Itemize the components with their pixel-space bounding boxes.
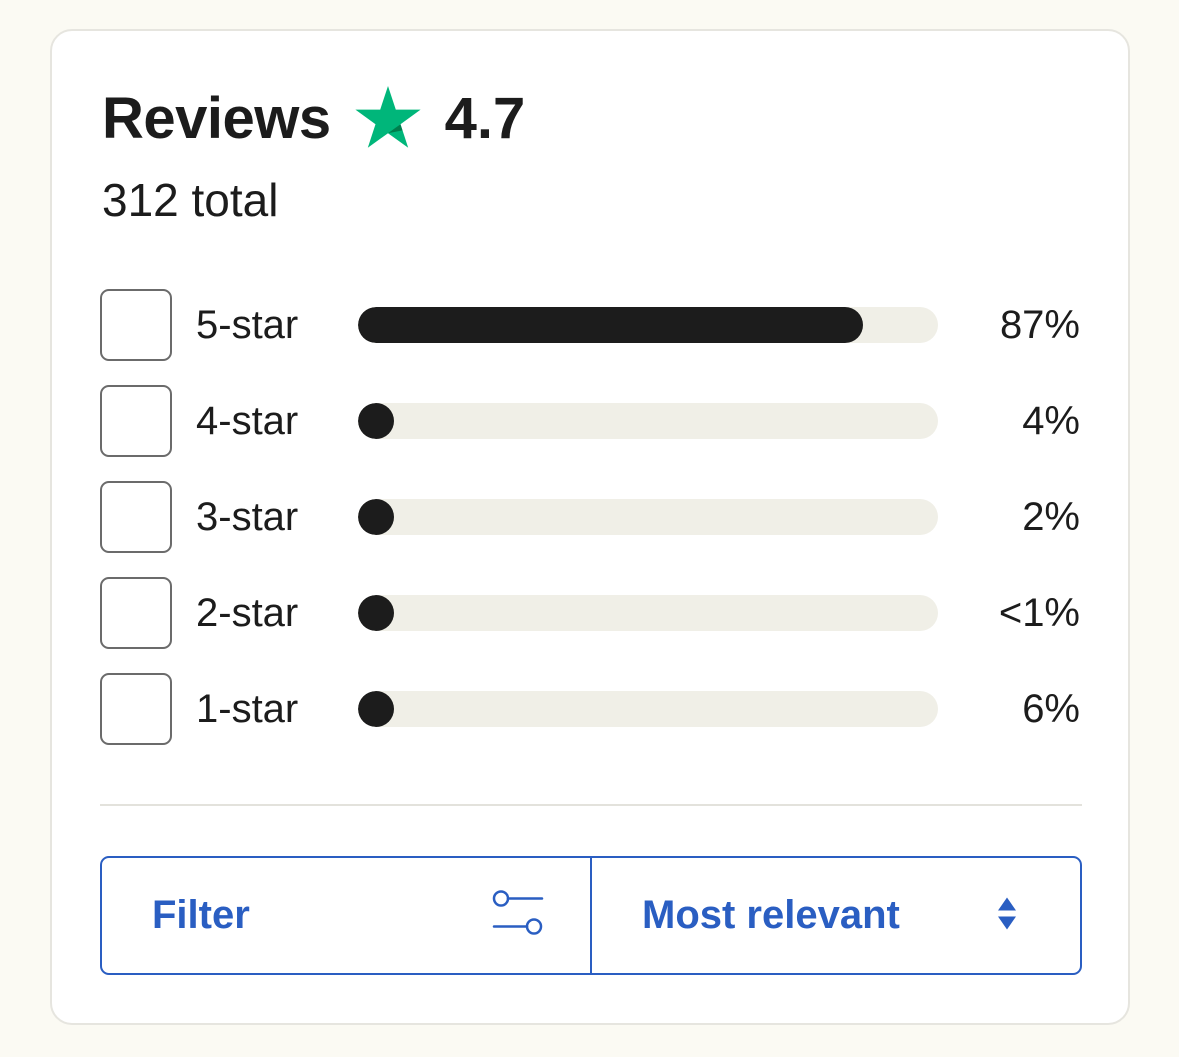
rating-percent: 6% (1022, 687, 1080, 731)
rating-bar-track (358, 499, 938, 535)
rating-bar-fill (358, 691, 394, 727)
sort-select[interactable]: Most relevant (590, 858, 1080, 973)
rating-row-1: 1-star 6% (100, 673, 1080, 769)
checkbox-4-star[interactable] (100, 385, 172, 457)
rating-label: 1-star (196, 687, 299, 731)
rating-row-3: 3-star 2% (100, 481, 1080, 577)
rating-breakdown: 5-star 87% 4-star 4% 3-star 2% 2-star <1… (100, 289, 1080, 769)
checkbox-3-star[interactable] (100, 481, 172, 553)
average-rating: 4.7 (444, 85, 526, 151)
checkbox-2-star[interactable] (100, 577, 172, 649)
rating-bar-fill (358, 307, 863, 343)
rating-bar-track (358, 595, 938, 631)
rating-percent: 2% (1022, 495, 1080, 539)
sort-arrows-icon (996, 896, 1018, 935)
rating-label: 4-star (196, 399, 299, 443)
rating-row-4: 4-star 4% (100, 385, 1080, 481)
rating-bar-fill (358, 499, 394, 535)
rating-label: 3-star (196, 495, 299, 539)
reviews-header: Reviews 4.7 (102, 83, 525, 153)
rating-row-2: 2-star <1% (100, 577, 1080, 673)
checkbox-1-star[interactable] (100, 673, 172, 745)
filter-label: Filter (152, 893, 250, 937)
rating-row-5: 5-star 87% (100, 289, 1080, 385)
rating-bar-fill (358, 595, 394, 631)
rating-percent: 87% (999, 303, 1080, 347)
sort-label: Most relevant (642, 893, 900, 937)
filter-button[interactable]: Filter (102, 858, 590, 973)
rating-percent: <1% (998, 591, 1080, 635)
rating-percent: 4% (1022, 399, 1080, 443)
review-controls: Filter Most relevant (100, 856, 1082, 975)
sliders-icon (492, 888, 544, 943)
rating-label: 2-star (196, 591, 299, 635)
star-icon (355, 86, 421, 150)
reviews-title: Reviews (102, 85, 331, 151)
rating-bar-track (358, 307, 938, 343)
rating-bar-track (358, 691, 938, 727)
rating-bar-fill (358, 403, 394, 439)
rating-label: 5-star (196, 303, 299, 347)
reviews-card: Reviews 4.7 312 total 5-star 87% 4-star … (50, 29, 1130, 1025)
review-count: 312 total (102, 174, 279, 226)
divider (100, 804, 1082, 806)
checkbox-5-star[interactable] (100, 289, 172, 361)
rating-bar-track (358, 403, 938, 439)
